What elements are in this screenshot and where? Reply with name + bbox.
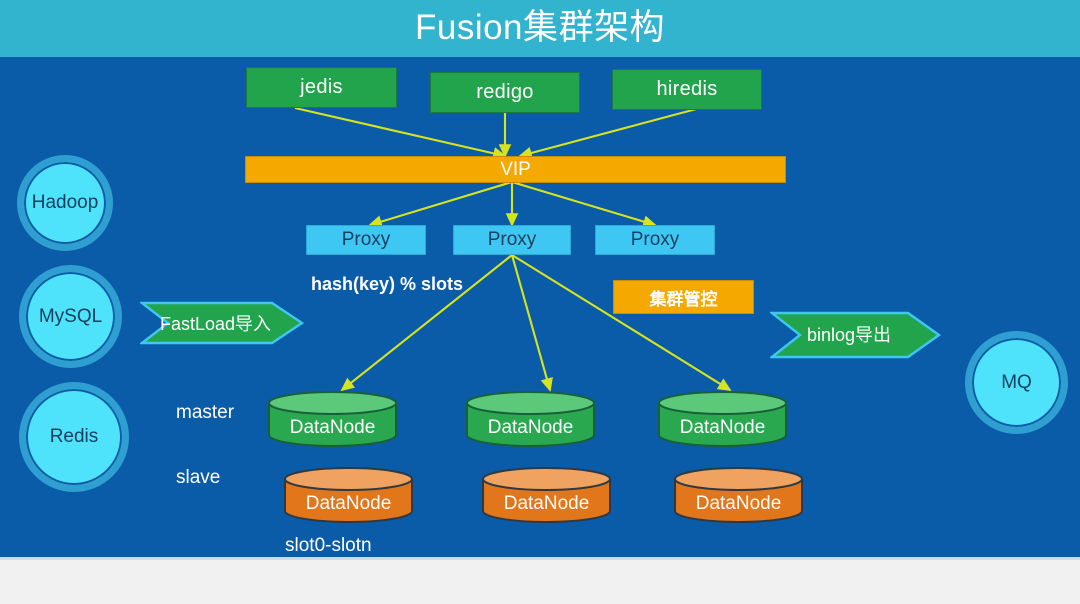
vip-bar[interactable]: VIP xyxy=(245,156,786,183)
proxy-label: Proxy xyxy=(630,229,680,250)
source-circle-hadoop[interactable]: Hadoop xyxy=(17,155,113,251)
source-circle-redis[interactable]: Redis xyxy=(19,382,129,492)
datanode-slave-1[interactable]: DataNode xyxy=(283,467,414,523)
datanode-label: DataNode xyxy=(695,493,782,514)
cluster-control-box[interactable]: 集群管控 xyxy=(613,280,754,314)
datanode-label: DataNode xyxy=(503,493,590,514)
client-label: hiredis xyxy=(656,78,718,100)
datanode-label: DataNode xyxy=(487,417,574,438)
proxy-label: Proxy xyxy=(487,229,537,250)
datanode-slave-3[interactable]: DataNode xyxy=(673,467,804,523)
row-label-slave: slave xyxy=(176,467,221,488)
row-label-master: master xyxy=(176,402,235,423)
datanode-label: DataNode xyxy=(679,417,766,438)
client-box-jedis[interactable]: jedis xyxy=(246,67,397,108)
datanode-master-2[interactable]: DataNode xyxy=(465,391,596,447)
hash-rule-label: hash(key) % slots xyxy=(311,274,464,294)
flow-arrow-binlog[interactable]: binlog导出 xyxy=(770,307,942,361)
proxy-box-3[interactable]: Proxy xyxy=(595,225,715,255)
flow-arrow-label: FastLoad导入 xyxy=(159,314,272,334)
circle-label: Hadoop xyxy=(31,192,99,213)
slot-range-label: slot0-slotn xyxy=(285,535,372,556)
client-box-redigo[interactable]: redigo xyxy=(430,72,580,113)
circle-label: MQ xyxy=(1001,371,1032,393)
datanode-master-1[interactable]: DataNode xyxy=(267,391,398,447)
page-title: Fusion集群架构 xyxy=(414,8,666,47)
datanode-slave-2[interactable]: DataNode xyxy=(481,467,612,523)
client-label: jedis xyxy=(300,76,343,98)
datanode-master-3[interactable]: DataNode xyxy=(657,391,788,447)
datanode-label: DataNode xyxy=(305,493,392,514)
flow-arrow-label: binlog导出 xyxy=(806,325,892,345)
proxy-box-1[interactable]: Proxy xyxy=(306,225,426,255)
cluster-control-label: 集群管控 xyxy=(649,289,718,309)
diagram-canvas: jedis redigo hiredis VIP Proxy Proxy Pro… xyxy=(0,57,1080,560)
vip-label: VIP xyxy=(500,158,531,180)
circle-label: Redis xyxy=(49,426,99,447)
source-circle-mysql[interactable]: MySQL xyxy=(19,265,122,368)
datanode-label: DataNode xyxy=(289,417,376,438)
slide-root: Fusion集群架构 jedis redigo hiredis VIP Prox… xyxy=(0,0,1080,604)
footer-bar: Arch Summit 全球架构师峰会 极客邦 Geekkbang› 极客邦科技… xyxy=(0,560,1080,604)
flow-arrow-fastload[interactable]: FastLoad导入 xyxy=(140,297,305,349)
proxy-label: Proxy xyxy=(341,229,391,250)
client-label: redigo xyxy=(476,81,534,103)
sink-circle-mq[interactable]: MQ xyxy=(965,331,1068,434)
circle-label: MySQL xyxy=(38,305,103,327)
client-box-hiredis[interactable]: hiredis xyxy=(612,69,762,110)
proxy-box-2[interactable]: Proxy xyxy=(453,225,571,255)
